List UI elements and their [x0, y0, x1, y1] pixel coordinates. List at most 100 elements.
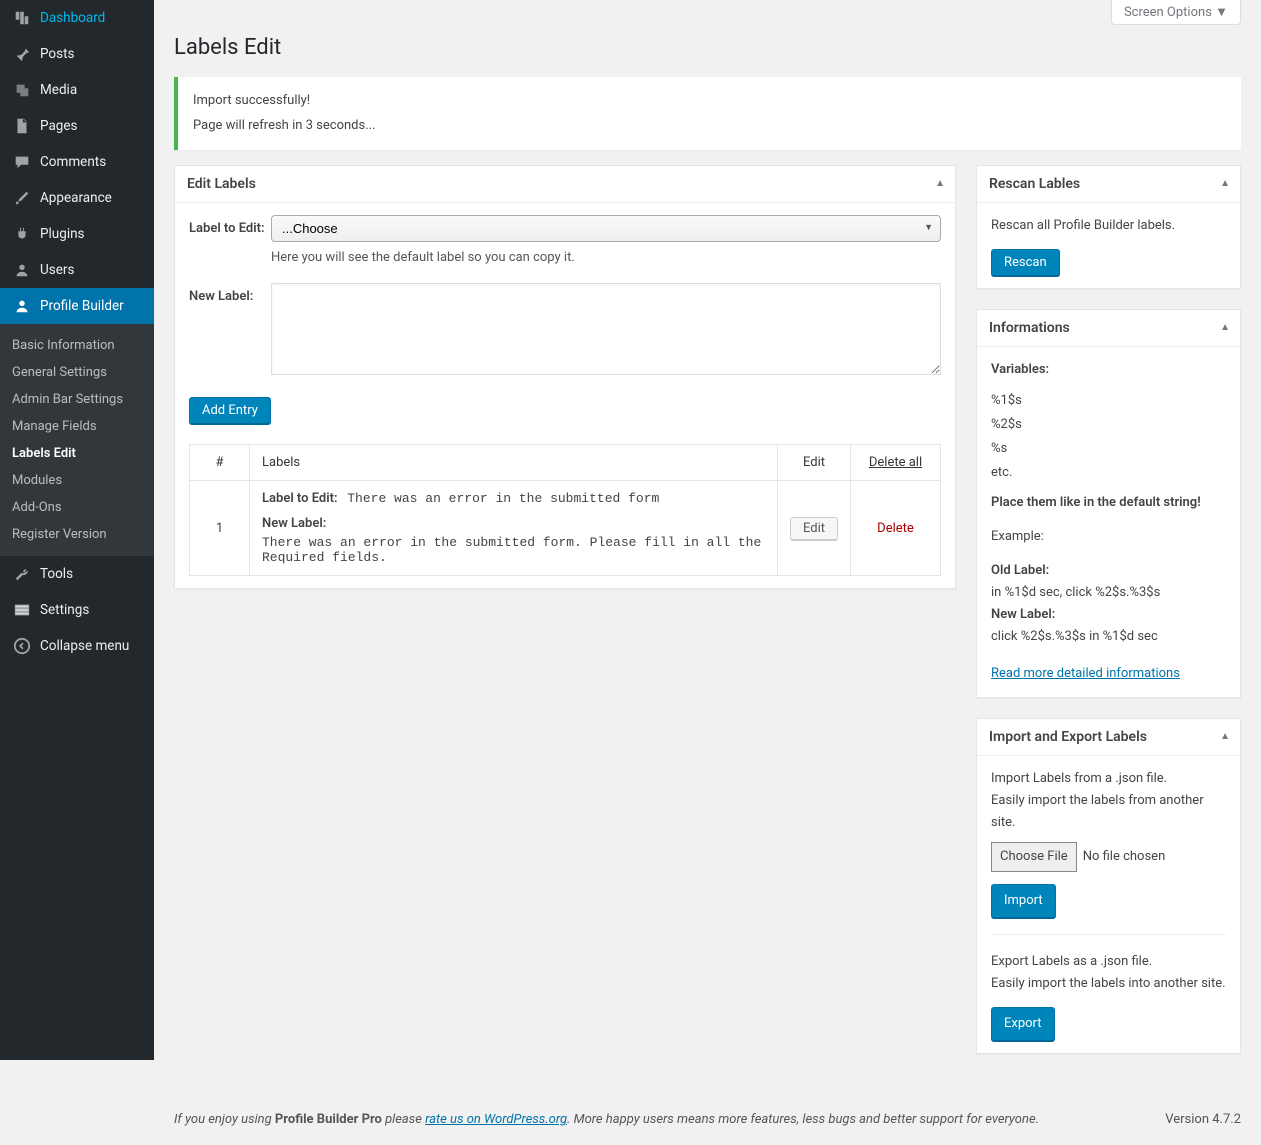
import-desc: Easily import the labels from another si…	[991, 790, 1226, 834]
dashboard-icon	[12, 8, 32, 28]
sidebar-item-settings[interactable]: Settings	[0, 592, 154, 628]
delete-row-link[interactable]: Delete	[877, 521, 914, 536]
submenu-register-version[interactable]: Register Version	[0, 521, 154, 548]
panel-header: Import and Export Labels ▲	[977, 719, 1240, 756]
table-row: 1 Label to Edit: There was an error in t…	[190, 481, 941, 576]
import-export-panel: Import and Export Labels ▲ Import Labels…	[976, 718, 1241, 1055]
page-icon	[12, 116, 32, 136]
col-number: #	[190, 445, 250, 481]
sidebar-label: Comments	[40, 154, 106, 170]
old-label-value: in %1$d sec, click %2$s.%3$s	[991, 582, 1226, 604]
informations-panel: Informations ▲ Variables: %1$s %2$s %s e…	[976, 309, 1241, 697]
sidebar-label: Dashboard	[40, 10, 105, 26]
edit-labels-panel: Edit Labels ▲ Label to Edit: ...Choose H	[174, 165, 956, 589]
read-more-link[interactable]: Read more detailed informations	[991, 666, 1180, 681]
sidebar-item-posts[interactable]: Posts	[0, 36, 154, 72]
new-label-label: New Label:	[189, 283, 271, 379]
sidebar-label: Media	[40, 82, 77, 98]
sidebar-item-collapse[interactable]: Collapse menu	[0, 628, 154, 664]
panel-header: Rescan Lables ▲	[977, 166, 1240, 203]
no-file-text: No file chosen	[1083, 846, 1166, 868]
rescan-panel: Rescan Lables ▲ Rescan all Profile Build…	[976, 165, 1241, 289]
admin-sidebar: Dashboard Posts Media Pages Comments App…	[0, 0, 154, 1060]
col-edit: Edit	[777, 445, 850, 481]
version-text: Version 4.7.2	[1165, 1112, 1241, 1127]
row-label-to-edit-value: There was an error in the submitted form	[347, 491, 659, 506]
export-desc: Export Labels as a .json file.	[991, 951, 1226, 973]
row-new-label-value: There was an error in the submitted form…	[262, 535, 765, 565]
sidebar-item-profile-builder[interactable]: Profile Builder	[0, 288, 154, 324]
submenu-modules[interactable]: Modules	[0, 467, 154, 494]
sidebar-label: Pages	[40, 118, 78, 134]
variable-item: %2$s	[991, 414, 1226, 436]
comment-icon	[12, 152, 32, 172]
collapse-icon	[12, 636, 32, 656]
example-label: Example:	[991, 526, 1226, 548]
pin-icon	[12, 44, 32, 64]
toggle-icon[interactable]: ▲	[1220, 322, 1230, 333]
media-icon	[12, 80, 32, 100]
sidebar-label: Posts	[40, 46, 74, 62]
sidebar-label: Profile Builder	[40, 298, 124, 314]
toggle-icon[interactable]: ▲	[935, 178, 945, 189]
sidebar-submenu: Basic Information General Settings Admin…	[0, 324, 154, 556]
profile-icon	[12, 296, 32, 316]
edit-row-button[interactable]: Edit	[790, 517, 838, 540]
notice-line: Page will refresh in 3 seconds...	[193, 114, 1226, 139]
import-button[interactable]: Import	[991, 884, 1056, 918]
submenu-labels-edit[interactable]: Labels Edit	[0, 440, 154, 467]
labels-table: # Labels Edit Delete all 1	[189, 444, 941, 576]
submenu-admin-bar-settings[interactable]: Admin Bar Settings	[0, 386, 154, 413]
user-icon	[12, 260, 32, 280]
sidebar-item-plugins[interactable]: Plugins	[0, 216, 154, 252]
new-label-value: click %2$s.%3$s in %1$d sec	[991, 626, 1226, 648]
sidebar-item-users[interactable]: Users	[0, 252, 154, 288]
sidebar-item-appearance[interactable]: Appearance	[0, 180, 154, 216]
row-number: 1	[190, 481, 250, 576]
import-desc: Import Labels from a .json file.	[991, 768, 1226, 790]
sidebar-label: Collapse menu	[40, 638, 129, 654]
select-hint: Here you will see the default label so y…	[271, 250, 941, 265]
sidebar-item-pages[interactable]: Pages	[0, 108, 154, 144]
toggle-icon[interactable]: ▲	[1220, 731, 1230, 742]
export-desc: Easily import the labels into another si…	[991, 973, 1226, 995]
choose-file-button[interactable]: Choose File	[991, 842, 1077, 872]
row-new-label-label: New Label:	[262, 516, 765, 531]
sidebar-item-dashboard[interactable]: Dashboard	[0, 0, 154, 36]
plug-icon	[12, 224, 32, 244]
submenu-basic-information[interactable]: Basic Information	[0, 332, 154, 359]
export-button[interactable]: Export	[991, 1007, 1055, 1041]
sidebar-label: Tools	[40, 566, 73, 582]
old-label-heading: Old Label:	[991, 560, 1226, 582]
variables-heading: Variables:	[991, 359, 1226, 381]
sliders-icon	[12, 600, 32, 620]
sidebar-item-comments[interactable]: Comments	[0, 144, 154, 180]
submenu-general-settings[interactable]: General Settings	[0, 359, 154, 386]
sidebar-label: Users	[40, 262, 74, 278]
delete-all-link[interactable]: Delete all	[869, 455, 922, 470]
variable-item: %1$s	[991, 390, 1226, 412]
toggle-icon[interactable]: ▲	[1220, 178, 1230, 189]
rescan-button[interactable]: Rescan	[991, 249, 1060, 276]
submenu-add-ons[interactable]: Add-Ons	[0, 494, 154, 521]
sidebar-item-media[interactable]: Media	[0, 72, 154, 108]
sidebar-item-tools[interactable]: Tools	[0, 556, 154, 592]
rate-us-link[interactable]: rate us on WordPress.org	[425, 1112, 567, 1127]
panel-header: Edit Labels ▲	[175, 166, 955, 203]
label-to-edit-label: Label to Edit:	[189, 215, 271, 265]
wrench-icon	[12, 564, 32, 584]
place-instruction: Place them like in the default string!	[991, 492, 1226, 514]
new-label-textarea[interactable]	[271, 283, 941, 375]
success-notice: Import successfully! Page will refresh i…	[174, 77, 1241, 150]
add-entry-button[interactable]: Add Entry	[189, 397, 271, 424]
row-label-to-edit-label: Label to Edit:	[262, 491, 338, 506]
page-title: Labels Edit	[154, 25, 1261, 72]
col-labels: Labels	[250, 445, 778, 481]
sidebar-label: Settings	[40, 602, 89, 618]
brush-icon	[12, 188, 32, 208]
submenu-manage-fields[interactable]: Manage Fields	[0, 413, 154, 440]
label-to-edit-select[interactable]: ...Choose	[271, 215, 941, 242]
notice-line: Import successfully!	[193, 89, 1226, 114]
admin-footer: If you enjoy using Profile Builder Pro p…	[154, 1094, 1261, 1145]
screen-options-button[interactable]: Screen Options ▼	[1111, 0, 1241, 25]
